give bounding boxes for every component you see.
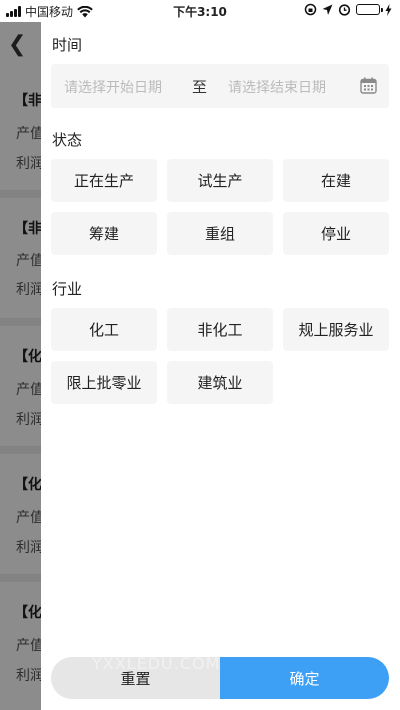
industry-chip-retail[interactable]: 限上批零业	[51, 361, 157, 404]
location-icon	[322, 4, 333, 15]
status-chip-restructuring[interactable]: 重组	[167, 212, 273, 255]
industry-chip-chemical[interactable]: 化工	[51, 308, 157, 351]
end-date-field[interactable]: 请选择结束日期	[228, 77, 326, 97]
date-range-picker[interactable]: 请选择开始日期 至 请选择结束日期	[51, 64, 389, 108]
orientation-lock-icon	[304, 3, 317, 16]
status-section-title: 状态	[52, 131, 83, 149]
industry-chip-services[interactable]: 规上服务业	[283, 308, 389, 351]
calendar-icon[interactable]	[360, 77, 377, 94]
industry-section-title: 行业	[52, 280, 83, 298]
status-chip-trial[interactable]: 试生产	[167, 159, 273, 202]
filter-drawer: 时间 请选择开始日期 至 请选择结束日期 状态 正在生产 试生产 在建 筹建 重…	[41, 22, 400, 710]
battery-icon	[356, 4, 383, 15]
status-chip-constructing[interactable]: 在建	[283, 159, 389, 202]
status-right	[304, 3, 392, 16]
status-chip-preparing[interactable]: 筹建	[51, 212, 157, 255]
industry-chip-construction[interactable]: 建筑业	[167, 361, 273, 404]
charging-icon	[385, 3, 392, 16]
confirm-button[interactable]: 确定	[220, 657, 389, 699]
reset-button[interactable]: 重置	[51, 657, 220, 699]
action-bar: 重置 确定	[51, 657, 389, 699]
status-chip-producing[interactable]: 正在生产	[51, 159, 157, 202]
alarm-icon	[338, 4, 351, 16]
industry-chip-non-chemical[interactable]: 非化工	[167, 308, 273, 351]
status-bar: 中国移动 下午3:10	[0, 0, 400, 22]
time-section-title: 时间	[52, 36, 83, 54]
start-date-field[interactable]: 请选择开始日期	[64, 77, 162, 97]
status-chip-suspended[interactable]: 停业	[283, 212, 389, 255]
date-separator: 至	[192, 78, 208, 96]
